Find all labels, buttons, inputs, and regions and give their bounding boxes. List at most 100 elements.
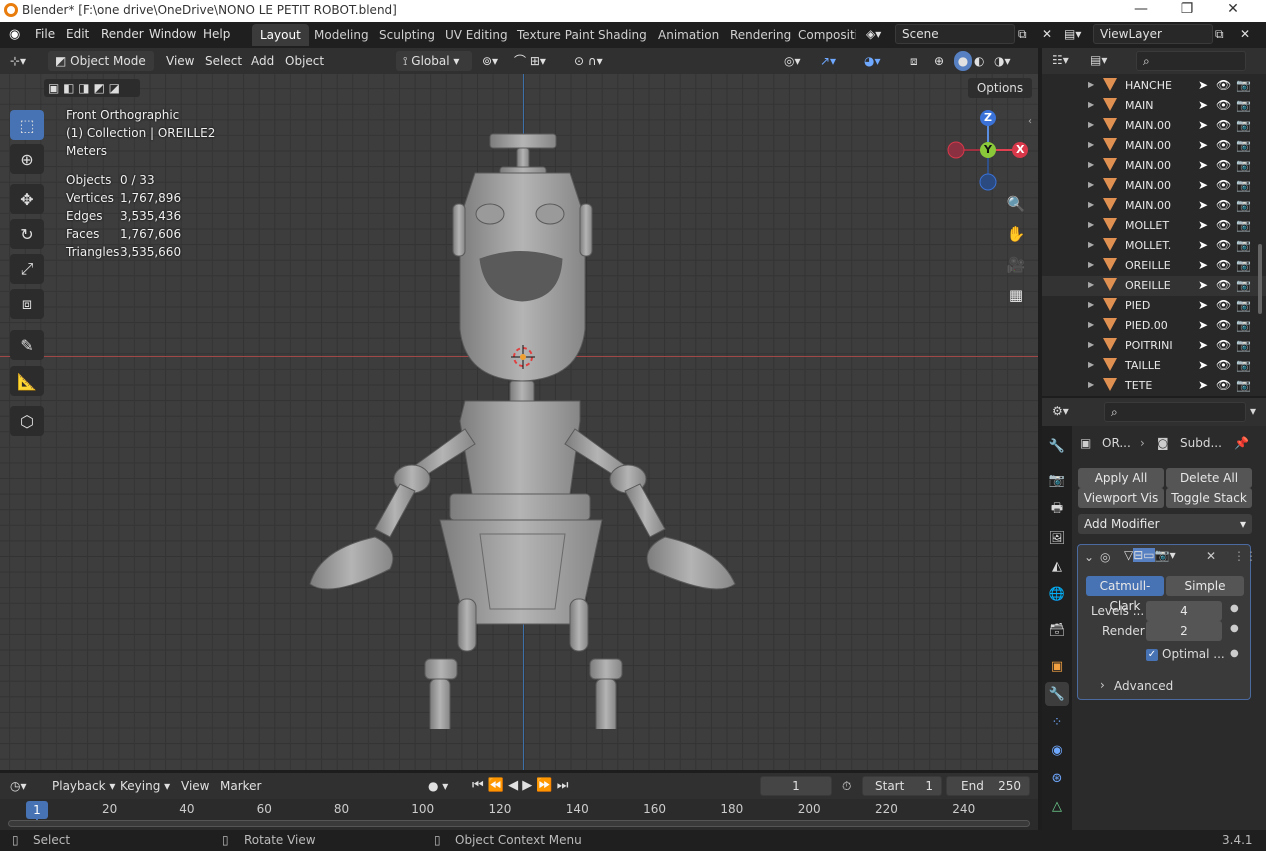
move-tool-icon[interactable]: ✥ xyxy=(10,184,44,214)
keyframe-dot-icon[interactable]: ● xyxy=(1230,623,1239,634)
modifier-visibility-icons[interactable]: ▽⊟▭📷▾ xyxy=(1124,548,1176,562)
camera-render-icon[interactable]: 📷 xyxy=(1236,98,1251,112)
properties-editor-icon[interactable]: ⚙▾ xyxy=(1052,404,1069,418)
playback-menu[interactable]: Playback ▾ xyxy=(52,776,115,796)
tab-modeling[interactable]: Modeling xyxy=(306,24,377,46)
select-box-tool-icon[interactable]: ⬚ xyxy=(10,110,44,140)
outliner-row[interactable]: ▶ PIED ➤ 👁 📷 xyxy=(1042,296,1266,316)
expand-arrow-icon[interactable]: ▶ xyxy=(1088,220,1094,229)
marker-menu[interactable]: Marker xyxy=(220,776,261,796)
outliner-row[interactable]: ▶ HANCHE ➤ 👁 📷 xyxy=(1042,76,1266,96)
camera-render-icon[interactable]: 📷 xyxy=(1236,278,1251,292)
camera-render-icon[interactable]: 📷 xyxy=(1236,358,1251,372)
outliner-row[interactable]: ▶ OREILLE ➤ 👁 📷 xyxy=(1042,276,1266,296)
close-icon[interactable]: ✕ xyxy=(1210,1,1256,17)
camera-render-icon[interactable]: 📷 xyxy=(1236,138,1251,152)
camera-render-icon[interactable]: 📷 xyxy=(1236,118,1251,132)
expand-arrow-icon[interactable]: ▶ xyxy=(1088,380,1094,389)
outliner-row[interactable]: ▶ TETE ➤ 👁 📷 xyxy=(1042,376,1266,396)
camera-render-icon[interactable]: 📷 xyxy=(1236,158,1251,172)
expand-arrow-icon[interactable]: ▶ xyxy=(1088,260,1094,269)
tab-compositing[interactable]: Compositin xyxy=(790,24,856,46)
delete-viewlayer-icon[interactable]: ✕ xyxy=(1240,27,1250,41)
camera-render-icon[interactable]: 📷 xyxy=(1236,318,1251,332)
pivot-icon[interactable]: ⊚▾ xyxy=(482,51,498,71)
frame-cursor[interactable]: 1 xyxy=(26,801,48,819)
cursor-tool-icon[interactable]: ⊕ xyxy=(10,144,44,174)
tab-texture-paint[interactable]: Texture Paint xyxy=(509,24,602,46)
expand-arrow-icon[interactable]: ▶ xyxy=(1088,280,1094,289)
drag-handle-icon[interactable]: ⋮⋮ xyxy=(1233,549,1257,563)
select-arrow-icon[interactable]: ➤ xyxy=(1198,218,1208,232)
outliner-row[interactable]: ▶ OREILLE ➤ 👁 📷 xyxy=(1042,256,1266,276)
menu-render[interactable]: Render xyxy=(101,27,144,41)
select-arrow-icon[interactable]: ➤ xyxy=(1198,258,1208,272)
wireframe-shading-icon[interactable]: ⊕ xyxy=(934,51,944,71)
select-arrow-icon[interactable]: ➤ xyxy=(1198,98,1208,112)
camera-render-icon[interactable]: 📷 xyxy=(1236,338,1251,352)
eye-icon[interactable]: 👁 xyxy=(1216,78,1231,92)
collapse-chevron-icon[interactable]: ⌄ xyxy=(1084,550,1094,564)
select-arrow-icon[interactable]: ➤ xyxy=(1198,238,1208,252)
menu-add[interactable]: Add xyxy=(251,51,274,71)
output-tab-icon[interactable]: 🖶 xyxy=(1045,498,1069,522)
advanced-subpanel[interactable]: Advanced xyxy=(1114,679,1173,693)
expand-arrow-icon[interactable]: ▶ xyxy=(1088,180,1094,189)
timeline-scrollbar[interactable] xyxy=(8,820,1030,827)
eye-icon[interactable]: 👁 xyxy=(1216,278,1231,292)
expand-arrow-icon[interactable]: ▶ xyxy=(1088,140,1094,149)
scale-tool-icon[interactable]: ⤢ xyxy=(10,254,44,284)
outliner-row[interactable]: ▶ POITRINI ➤ 👁 📷 xyxy=(1042,336,1266,356)
pan-hand-icon[interactable]: ✋ xyxy=(1003,221,1029,247)
new-scene-icon[interactable]: ⧉ xyxy=(1018,27,1027,42)
tab-sculpting[interactable]: Sculpting xyxy=(371,24,443,46)
3d-viewport[interactable]: ▣ ◧ ◨ ◩ ◪ Options ⬚ ⊕ ✥ ↻ ⤢ ⧈ ✎ 📐 ⬡ Fron… xyxy=(0,74,1038,770)
3d-cursor-icon[interactable] xyxy=(511,345,535,369)
outliner-row[interactable]: ▶ MAIN.00 ➤ 👁 📷 xyxy=(1042,156,1266,176)
select-box-modes[interactable]: ▣ ◧ ◨ ◩ ◪ xyxy=(44,79,140,97)
robot-model[interactable] xyxy=(280,129,760,729)
editor-type-icon[interactable]: ⊹▾ xyxy=(10,51,26,71)
auto-keying-icon[interactable]: ● ▾ xyxy=(428,776,448,796)
options-button[interactable]: Options xyxy=(968,78,1032,98)
menu-edit[interactable]: Edit xyxy=(66,27,89,41)
select-arrow-icon[interactable]: ➤ xyxy=(1198,378,1208,392)
render-levels-field[interactable]: 2 xyxy=(1146,621,1222,641)
outliner-row[interactable]: ▶ PIED.00 ➤ 👁 📷 xyxy=(1042,316,1266,336)
scene-field[interactable]: Scene xyxy=(895,24,1015,44)
outliner-row[interactable]: ▶ MAIN.00 ➤ 👁 📷 xyxy=(1042,116,1266,136)
overlay-toggle-icon[interactable]: ◕▾ xyxy=(864,51,881,71)
eye-icon[interactable]: 👁 xyxy=(1216,358,1231,372)
camera-render-icon[interactable]: 📷 xyxy=(1236,198,1251,212)
visibility-icon[interactable]: ◎▾ xyxy=(784,51,801,71)
eye-icon[interactable]: 👁 xyxy=(1216,198,1231,212)
rendered-shading-icon[interactable]: ◑▾ xyxy=(994,51,1011,71)
collection-tab-icon[interactable]: 🗃 xyxy=(1045,618,1069,642)
outliner-scrollbar[interactable] xyxy=(1258,244,1262,314)
zoom-icon[interactable]: 🔍 xyxy=(1003,191,1029,217)
simple-button[interactable]: Simple xyxy=(1166,576,1244,596)
select-arrow-icon[interactable]: ➤ xyxy=(1198,198,1208,212)
eye-icon[interactable]: 👁 xyxy=(1216,138,1231,152)
select-arrow-icon[interactable]: ➤ xyxy=(1198,178,1208,192)
delete-scene-icon[interactable]: ✕ xyxy=(1042,27,1052,41)
eye-icon[interactable]: 👁 xyxy=(1216,258,1231,272)
select-arrow-icon[interactable]: ➤ xyxy=(1198,118,1208,132)
tab-layout[interactable]: Layout xyxy=(252,24,309,46)
start-frame-field[interactable]: Start 1 xyxy=(862,776,942,796)
minimize-icon[interactable]: — xyxy=(1118,1,1164,17)
display-mode-icon[interactable]: ▤▾ xyxy=(1090,53,1107,67)
eye-icon[interactable]: 👁 xyxy=(1216,298,1231,312)
menu-object[interactable]: Object xyxy=(285,51,324,71)
select-arrow-icon[interactable]: ➤ xyxy=(1198,298,1208,312)
data-tab-icon[interactable]: △ xyxy=(1045,794,1069,818)
current-frame-field[interactable]: 1 xyxy=(760,776,832,796)
transform-tool-icon[interactable]: ⧈ xyxy=(10,289,44,319)
camera-render-icon[interactable]: 📷 xyxy=(1236,238,1251,252)
proportional-edit-icon[interactable]: ⊙ ∩▾ xyxy=(574,51,603,71)
outliner-search-input[interactable]: ⌕ xyxy=(1136,51,1246,71)
eye-icon[interactable]: 👁 xyxy=(1216,378,1231,392)
tab-shading[interactable]: Shading xyxy=(590,24,655,46)
outliner-row[interactable]: ▶ MOLLET ➤ 👁 📷 xyxy=(1042,216,1266,236)
sidebar-toggle-icon[interactable]: ‹ xyxy=(1028,116,1032,127)
